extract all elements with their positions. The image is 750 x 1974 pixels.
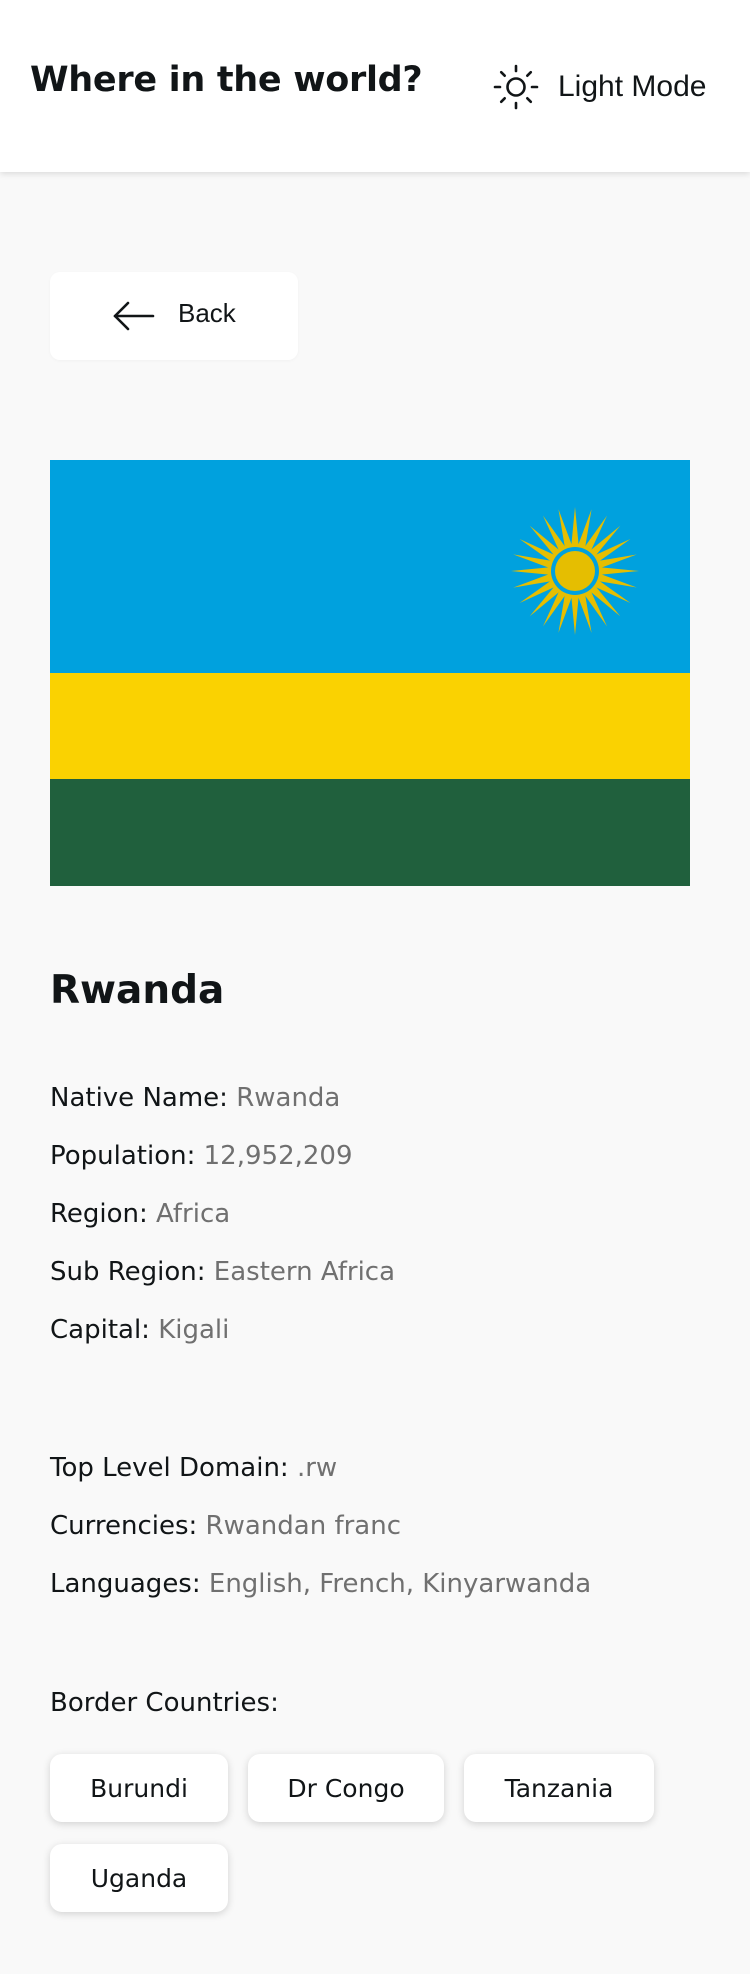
languages-row: Languages: English, French, Kinyarwanda xyxy=(50,1569,591,1599)
currencies-value: Rwandan franc xyxy=(205,1511,402,1541)
country-name: Rwanda xyxy=(50,968,225,1013)
native-name-label: Native Name: xyxy=(50,1083,228,1113)
sub-region-value: Eastern Africa xyxy=(213,1257,396,1287)
region-row: Region: Africa xyxy=(50,1199,230,1229)
currencies-label: Currencies: xyxy=(50,1511,198,1541)
app-title: Where in the world? xyxy=(30,60,423,100)
sub-region-label: Sub Region: xyxy=(50,1257,206,1287)
capital-label: Capital: xyxy=(50,1315,150,1345)
arrow-left-icon xyxy=(113,301,155,331)
native-name-row: Native Name: Rwanda xyxy=(50,1083,340,1113)
back-button[interactable]: Back xyxy=(50,272,298,360)
region-value: Africa xyxy=(156,1199,231,1229)
top-level-domain-label: Top Level Domain: xyxy=(50,1453,289,1483)
region-label: Region: xyxy=(50,1199,148,1229)
population-row: Population: 12,952,209 xyxy=(50,1141,353,1171)
theme-toggle-label: Light Mode xyxy=(558,70,707,103)
border-country-chip[interactable]: Dr Congo xyxy=(248,1754,444,1822)
rwanda-flag xyxy=(50,460,690,886)
top-header: Where in the world? Light Mode xyxy=(0,0,750,172)
currencies-row: Currencies: Rwandan franc xyxy=(50,1511,401,1541)
theme-toggle-button[interactable]: Light Mode xyxy=(492,60,706,114)
population-value: 12,952,209 xyxy=(203,1141,353,1171)
sun-icon xyxy=(493,64,539,110)
border-country-chip[interactable]: Burundi xyxy=(50,1754,228,1822)
top-level-domain-row: Top Level Domain: .rw xyxy=(50,1453,337,1483)
border-countries-label: Border Countries: xyxy=(50,1688,279,1718)
capital-row: Capital: Kigali xyxy=(50,1315,229,1345)
top-level-domain-value: .rw xyxy=(296,1453,338,1483)
languages-value: English, French, Kinyarwanda xyxy=(208,1569,592,1599)
border-country-chip[interactable]: Uganda xyxy=(50,1844,228,1912)
back-button-label: Back xyxy=(178,298,236,328)
sub-region-row: Sub Region: Eastern Africa xyxy=(50,1257,395,1287)
border-country-chip[interactable]: Tanzania xyxy=(464,1754,654,1822)
population-label: Population: xyxy=(50,1141,196,1171)
capital-value: Kigali xyxy=(158,1315,230,1345)
languages-label: Languages: xyxy=(50,1569,201,1599)
native-name-value: Rwanda xyxy=(236,1083,341,1113)
